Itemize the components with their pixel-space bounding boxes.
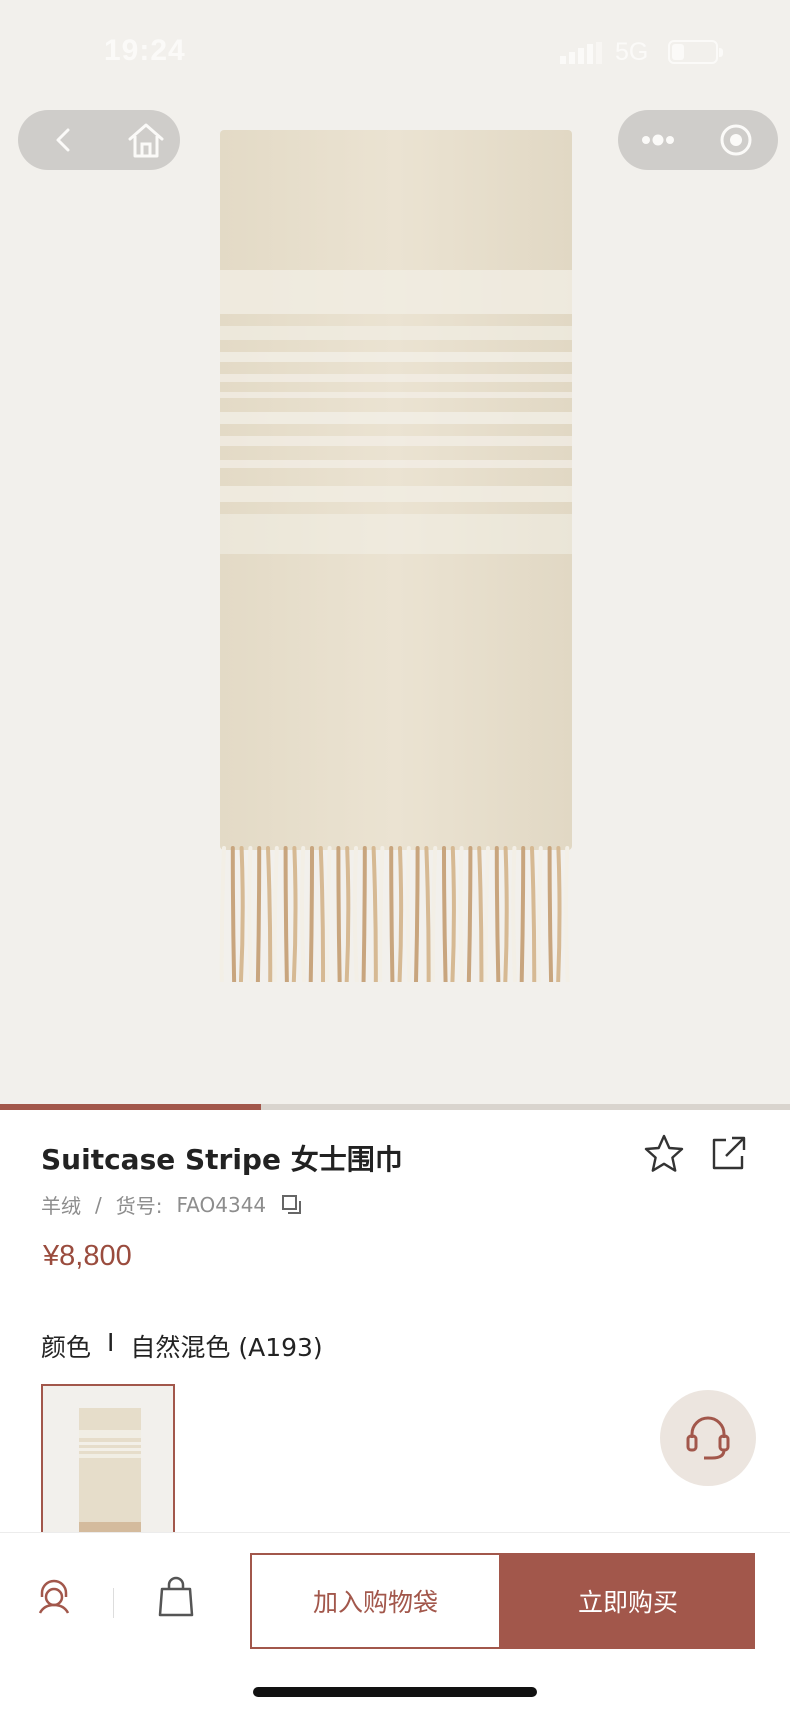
home-button[interactable] <box>106 110 186 170</box>
scarf-fringe-strand <box>530 846 537 1019</box>
nav-capsule-left <box>18 110 180 170</box>
close-miniprogram-button[interactable] <box>696 110 776 170</box>
scarf-fringe-strand <box>430 846 438 1008</box>
scarf-fringe-strand <box>371 846 378 1013</box>
home-indicator <box>253 1687 537 1697</box>
chevron-left-icon <box>56 128 70 152</box>
add-to-bag-button[interactable]: 加入购物袋 <box>250 1553 501 1649</box>
scarf-fringe-strand <box>477 846 484 1017</box>
scarf-fringe-strand <box>466 846 473 1002</box>
product-title: Suitcase Stripe 女士围巾 <box>41 1143 403 1176</box>
share-icon[interactable] <box>706 1132 750 1176</box>
scarf-fringe-strand <box>501 846 509 1018</box>
color-separator: I <box>107 1328 115 1357</box>
scarf-fringe-strand <box>511 846 519 1011</box>
scarf-fringe-strand <box>442 846 448 1001</box>
scarf-fringe-strand <box>219 846 226 1000</box>
scarf-fringe-strand <box>536 846 543 1012</box>
scarf-fringe-strand <box>300 846 308 1003</box>
consultant-icon[interactable] <box>30 1573 78 1621</box>
scarf-fringe-strand <box>360 846 367 1020</box>
scarf-fringe-strand <box>519 846 526 1004</box>
scarf-fringe-strand <box>389 846 396 1021</box>
network-type: 5G <box>615 38 649 66</box>
shopping-bag-icon[interactable] <box>152 1573 200 1621</box>
scarf-fringe-strand <box>266 846 273 1009</box>
scarf-fringe-strand <box>255 846 262 1016</box>
more-dots-icon <box>642 134 674 146</box>
color-label: 颜色 <box>41 1333 92 1362</box>
scarf-fringe-strand <box>494 846 501 1003</box>
scarf-fringe-strand <box>413 846 420 1000</box>
signal-icon <box>560 42 602 64</box>
scarf-fringe-strand <box>547 846 554 1005</box>
sku-label: 货号: <box>115 1194 163 1218</box>
battery-icon <box>668 40 723 64</box>
scarf-fringe-strand <box>483 846 490 1010</box>
scarf-fringe-strand <box>424 846 431 1015</box>
bottom-divider <box>113 1588 114 1618</box>
scarf-fringe-strand <box>378 846 385 1006</box>
swatch-scarf-thumbnail <box>79 1408 141 1532</box>
meta-separator: / <box>95 1192 102 1217</box>
color-value: 自然混色 (A193) <box>130 1333 323 1362</box>
customer-service-button[interactable] <box>660 1390 756 1486</box>
nav-capsule-right <box>618 110 778 170</box>
scarf-fringe-strand <box>283 846 290 1017</box>
scarf-fringe-strand <box>458 846 466 1009</box>
scarf-fringe-strand <box>308 846 314 1018</box>
scarf-fringe-strand <box>396 846 404 1014</box>
scarf-fringe-strand <box>554 846 562 1020</box>
target-circle-icon <box>720 124 752 156</box>
scarf-fringe-strand <box>290 846 298 1010</box>
buy-now-button[interactable]: 立即购买 <box>501 1553 755 1649</box>
copy-icon[interactable] <box>280 1193 304 1217</box>
scarf-fringe-strand <box>448 846 456 1016</box>
sku-value: FAO4344 <box>176 1192 267 1217</box>
material-label: 羊绒 <box>41 1194 81 1218</box>
product-image-carousel[interactable]: 19:24 5G <box>0 0 790 1104</box>
scarf-fringe-strand <box>237 846 245 1008</box>
product-meta: 羊绒 / 货号: FAO4344 <box>41 1190 304 1219</box>
scarf-fringe-strand <box>352 846 360 1005</box>
home-icon <box>128 123 164 158</box>
scarf-fringe-strand <box>343 846 351 1012</box>
back-button[interactable] <box>24 110 104 170</box>
scarf-fringe-strand <box>405 846 413 1007</box>
more-button[interactable] <box>618 110 698 170</box>
scarf-fringe-strand <box>325 846 332 1004</box>
scarf-fringe-strand <box>336 846 343 1019</box>
scarf-fringe-strand <box>230 846 237 1015</box>
scarf-fringe-strand <box>318 846 326 1011</box>
star-icon[interactable] <box>642 1132 686 1176</box>
status-bar: 19:24 5G <box>0 0 790 100</box>
scarf-product-image <box>212 130 584 1021</box>
scarf-fringe-strand <box>272 846 279 1002</box>
carousel-progress <box>0 1104 790 1110</box>
price: ¥8,800 <box>43 1240 132 1272</box>
scarf-fringe-strand <box>247 846 255 1001</box>
headset-icon <box>686 1416 730 1460</box>
carousel-progress-fill <box>0 1104 261 1110</box>
scarf-fringe-strand <box>564 846 572 1013</box>
status-time: 19:24 <box>104 34 186 67</box>
color-row: 颜色 I 自然混色 (A193) <box>41 1328 323 1364</box>
color-swatch-a193[interactable] <box>41 1384 175 1534</box>
